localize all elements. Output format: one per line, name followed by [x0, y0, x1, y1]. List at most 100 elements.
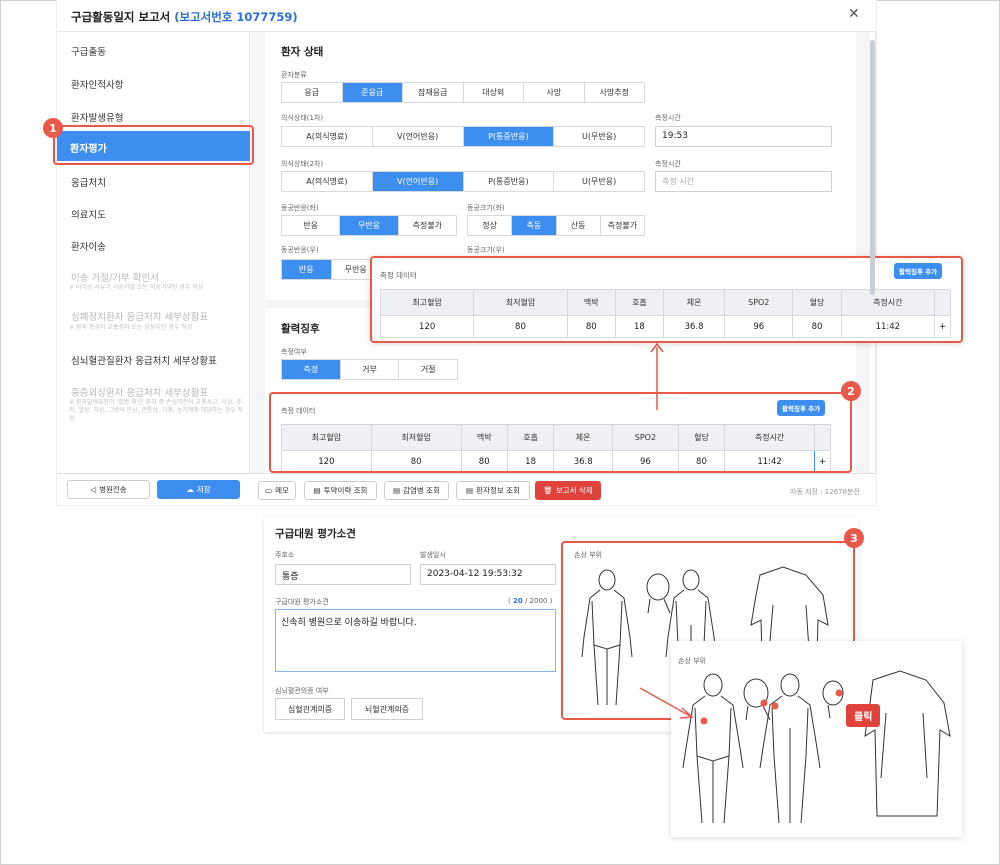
measure-status-segment: 측정 거부 거절: [281, 359, 458, 380]
patient-class-option[interactable]: 응급: [282, 83, 343, 102]
callout-2: 2: [841, 381, 861, 401]
sidebar-item-medical-guidance[interactable]: 의료지도: [71, 207, 106, 221]
pupil-size-left-segment: 정상 축동 산동 측정불가: [467, 215, 645, 236]
column-header: 최저혈압: [473, 289, 568, 316]
med-history-button[interactable]: ▤ 투약이력 조회: [304, 481, 377, 500]
infection-button[interactable]: ▤ 감염병 조회: [384, 481, 449, 500]
button-label: 병원전송: [99, 485, 127, 494]
consciousness-1-option[interactable]: A(의식명료): [282, 127, 373, 146]
document-icon: ▤: [466, 486, 474, 495]
injury-markers: [639, 687, 843, 725]
vitals-cell[interactable]: 36.8: [663, 315, 726, 338]
pupil-reaction-left-option[interactable]: 측정불가: [399, 216, 456, 235]
sidebar-item-occurrence-type[interactable]: 환자발생유형: [71, 110, 123, 124]
field-label: 의식상태(1차): [281, 114, 324, 122]
button-label: 감염병 조회: [403, 486, 440, 495]
document-icon: ▤: [313, 486, 321, 495]
click-badge: 클릭: [846, 704, 881, 727]
measure-time-1-input[interactable]: 19:53: [655, 126, 832, 147]
vitals-cell[interactable]: 80: [566, 315, 616, 338]
pupil-reaction-right-option[interactable]: 반응: [282, 260, 332, 279]
section-title: 활력징후: [281, 323, 320, 335]
callout-3: 3: [844, 528, 864, 548]
consciousness-2-option[interactable]: P(통증반응): [464, 172, 555, 191]
memo-button[interactable]: ▭ 메모: [258, 481, 296, 500]
consciousness-1-option[interactable]: V(언어반응): [373, 127, 464, 146]
sidebar-note: ※ 미이송 사유가 이송거절 또는 이송거부인 경우 작성: [69, 284, 204, 291]
field-label: 측정시간: [655, 160, 681, 168]
cardio-suspect-button[interactable]: 심혈관계의증: [275, 698, 345, 720]
pupil-size-left-option[interactable]: 측정불가: [601, 216, 644, 235]
patient-class-option[interactable]: 잠재응급: [403, 83, 464, 102]
button-label: 메모: [275, 486, 289, 495]
opinion-textarea[interactable]: 신속히 병원으로 이송하길 바랍니다.: [275, 609, 556, 672]
vitals-cell[interactable]: 18: [614, 315, 665, 338]
vitals-table-zoom: 최고혈압 최저혈압 맥박 호흡 체온 SPO2 혈당 측정시간 120 80 80 18 36.8 96 8…: [379, 289, 951, 338]
field-label: 주호소: [275, 551, 295, 559]
consciousness-2-option[interactable]: V(언어반응): [372, 172, 464, 191]
vitals-cell[interactable]: 96: [724, 315, 794, 338]
patient-info-button[interactable]: ▤ 환자정보 조회: [456, 481, 530, 500]
sidebar-item-patient-info[interactable]: 환자인적사항: [71, 77, 123, 91]
button-label: 저장: [196, 485, 211, 494]
field-label: 손상 부위: [678, 657, 706, 665]
vitals-cell[interactable]: 80: [792, 315, 842, 338]
pupil-size-left-option[interactable]: 정상: [468, 216, 513, 235]
column-header: SPO2: [724, 289, 794, 316]
field-label: 발생일시: [420, 551, 446, 559]
char-count-current: 20: [512, 597, 523, 605]
scrollbar[interactable]: [870, 40, 875, 295]
patient-class-option[interactable]: 대상외: [464, 83, 524, 102]
button-label: 보고서 삭제: [555, 486, 593, 495]
add-vitals-button-zoom[interactable]: 활력징후 추가: [894, 263, 943, 279]
pupil-size-left-option[interactable]: 산동: [557, 216, 601, 235]
patient-class-option[interactable]: 사망: [524, 83, 585, 102]
pupil-size-left-option[interactable]: 축동: [512, 216, 557, 235]
highlight-box-1: [53, 125, 254, 165]
add-row-plus-icon[interactable]: +: [934, 315, 951, 338]
consciousness-1-option[interactable]: P(통증반응): [463, 127, 555, 146]
consciousness-2-option[interactable]: A(의식명료): [282, 172, 373, 191]
column-header: 호흡: [614, 289, 665, 316]
close-icon[interactable]: ✕: [848, 6, 860, 22]
highlight-box-2: [269, 392, 852, 473]
char-count-max: 2000: [529, 597, 548, 605]
column-header: 체온: [663, 289, 726, 316]
sidebar-item-cerebro[interactable]: 심뇌혈관질환자 응급처치 세부상황표: [71, 353, 217, 367]
cerebro-suspect-button[interactable]: 뇌혈관계의증: [351, 698, 423, 720]
measure-status-option[interactable]: 측정: [282, 360, 341, 379]
consciousness-1-option[interactable]: U(무반응): [554, 127, 644, 146]
save-button[interactable]: ☁ 저장: [157, 480, 240, 499]
vitals-cell[interactable]: 11:42: [840, 315, 936, 338]
patient-class-segment: 응급 준응급 잠재응급 대상외 사망 사망추정: [281, 82, 645, 103]
column-header-empty: [934, 289, 951, 316]
sidebar-item-transport[interactable]: 환자이송: [71, 239, 106, 253]
measure-time-2-input[interactable]: 측정 시간: [655, 171, 832, 192]
pupil-reaction-left-option[interactable]: 반응: [282, 216, 341, 235]
patient-class-option[interactable]: 준응급: [342, 83, 403, 102]
sidebar-item-refusal: 이송 거절/거부 확인서: [71, 273, 159, 284]
send-icon: ◁: [90, 485, 97, 494]
section-title: 환자 상태: [281, 46, 324, 58]
callout-1: 1: [43, 118, 63, 138]
measure-status-option[interactable]: 거부: [341, 360, 400, 379]
consciousness-2-option[interactable]: U(무반응): [554, 172, 644, 191]
pupil-reaction-left-option[interactable]: 무반응: [340, 216, 399, 235]
vitals-cell[interactable]: 80: [473, 315, 568, 338]
delete-report-button[interactable]: 🗑 보고서 삭제: [535, 481, 601, 500]
field-label: 동공크기(우): [467, 246, 505, 254]
chief-complaint-input[interactable]: 통증: [275, 564, 411, 585]
hospital-transfer-button[interactable]: ◁ 병원전송: [67, 480, 150, 499]
column-header: 측정시간: [840, 289, 936, 316]
sidebar-item-first-aid[interactable]: 응급처치: [71, 175, 106, 189]
pupil-reaction-right-segment: 반응 무반응: [281, 259, 381, 280]
patient-class-option[interactable]: 사망추정: [585, 83, 645, 102]
document-icon: ▤: [393, 486, 401, 495]
occurrence-datetime-input[interactable]: 2023-04-12 19:53:32: [420, 564, 556, 585]
memo-icon: ▭: [265, 486, 273, 495]
trash-icon: 🗑: [543, 486, 553, 495]
measure-status-option[interactable]: 거절: [399, 360, 457, 379]
sidebar-item-dispatch[interactable]: 구급출동: [71, 44, 106, 58]
vitals-cell[interactable]: 120: [379, 315, 475, 338]
column-header: 최고혈압: [379, 289, 475, 316]
